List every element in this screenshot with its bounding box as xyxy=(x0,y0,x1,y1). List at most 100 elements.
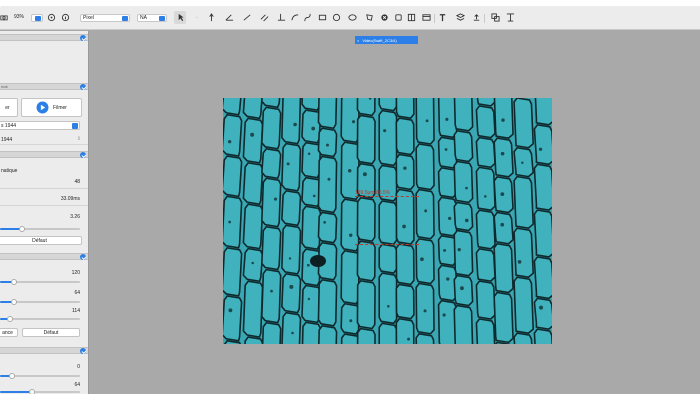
stepper-icon xyxy=(122,16,128,21)
delete-tool-icon[interactable] xyxy=(379,11,389,24)
value-text: 3.26 xyxy=(70,214,80,220)
grid-tool-icon[interactable] xyxy=(406,11,416,24)
circle-tool-icon[interactable] xyxy=(331,11,341,24)
default-button[interactable]: Défaut xyxy=(0,236,82,245)
value-row: 48 xyxy=(0,175,88,189)
cell-nucleus xyxy=(443,248,447,252)
cell-shape xyxy=(281,189,302,227)
chevron-updown-icon: ⇕ xyxy=(76,136,81,142)
layers-tool-icon[interactable] xyxy=(455,11,465,24)
slider[interactable] xyxy=(0,299,80,305)
value-text: 64 xyxy=(74,290,80,296)
resolution-row[interactable]: 1944 ⇕ xyxy=(0,135,88,145)
slider[interactable] xyxy=(0,373,80,379)
align-tool-icon[interactable] xyxy=(504,11,516,24)
slider-knob[interactable] xyxy=(29,389,35,394)
polygon-tool-icon[interactable] xyxy=(362,11,376,24)
value-text: 114 xyxy=(72,308,80,314)
cell-shape xyxy=(395,283,415,320)
measurement-line[interactable] xyxy=(355,196,419,197)
cell-shape xyxy=(301,248,322,287)
default-button[interactable]: Défaut xyxy=(22,328,80,337)
ellipse-tool-icon[interactable] xyxy=(345,11,359,24)
section-header-levels[interactable] xyxy=(0,347,88,354)
cell-nucleus xyxy=(306,263,310,267)
line-tool-icon[interactable] xyxy=(240,11,254,24)
text-tool-icon[interactable] xyxy=(437,11,447,24)
cell-shape xyxy=(281,311,302,344)
cell-shape xyxy=(475,136,496,169)
measurement-line[interactable] xyxy=(355,244,419,245)
check-icon[interactable] xyxy=(80,348,86,354)
target-icon[interactable] xyxy=(46,11,56,24)
slider-knob[interactable] xyxy=(11,279,18,285)
slider[interactable] xyxy=(0,226,80,232)
balance-button[interactable]: ance xyxy=(0,328,18,337)
slider[interactable] xyxy=(0,279,80,285)
cell-nucleus xyxy=(464,218,469,223)
cell-nucleus xyxy=(349,233,353,237)
slider-knob[interactable] xyxy=(18,226,25,232)
close-icon[interactable]: × xyxy=(357,38,359,43)
angle-tool-icon[interactable] xyxy=(222,11,236,24)
slider-knob[interactable] xyxy=(7,316,14,322)
cell-nucleus xyxy=(484,195,487,198)
shoot-button[interactable]: er xyxy=(0,98,18,117)
cell-shape xyxy=(281,98,302,145)
value-text: 120 xyxy=(71,270,80,276)
section-header-exposure[interactable] xyxy=(0,151,88,158)
value-text: 0 xyxy=(77,364,80,370)
info-icon[interactable] xyxy=(60,11,70,24)
curve-tool-icon[interactable] xyxy=(302,11,312,24)
slider[interactable] xyxy=(0,316,80,322)
check-icon[interactable] xyxy=(80,84,86,90)
cell-shape xyxy=(261,268,282,324)
tab-label: Vidéo(Swift_2C3/4) xyxy=(362,37,397,43)
cell-shape xyxy=(340,333,360,344)
section-header-capture[interactable]: mat xyxy=(0,83,88,90)
microscope-image[interactable]: 189.5μm 88.5% xyxy=(223,98,552,344)
cell-shape xyxy=(281,273,302,314)
cell-shape xyxy=(533,123,552,166)
cell-shape xyxy=(395,153,415,191)
cell-shape xyxy=(261,225,282,271)
camera-icon[interactable] xyxy=(0,11,8,24)
cell-nucleus xyxy=(362,172,367,177)
unit-select-value: Pixel xyxy=(83,15,94,21)
cell-nucleus xyxy=(351,120,356,124)
check-icon[interactable] xyxy=(80,254,86,260)
unit-select[interactable]: Pixel xyxy=(80,14,130,22)
check-icon[interactable] xyxy=(80,35,86,41)
section-header[interactable] xyxy=(0,34,88,41)
check-icon[interactable] xyxy=(80,152,86,158)
perpendicular-tool-icon[interactable] xyxy=(274,11,288,24)
cell-shape xyxy=(378,322,398,344)
parallel-tool-icon[interactable] xyxy=(257,11,271,24)
auto-row[interactable]: natique xyxy=(0,165,88,175)
cell-shape xyxy=(340,250,360,305)
slider[interactable] xyxy=(0,389,80,394)
export-tool-icon[interactable] xyxy=(471,11,481,24)
tab-video[interactable]: × Vidéo(Swift_2C3/4) xyxy=(355,36,418,44)
zoom-stepper[interactable] xyxy=(31,14,43,22)
dark-spot xyxy=(310,255,326,267)
duplicate-tool-icon[interactable] xyxy=(489,11,501,24)
cell-shape xyxy=(533,209,552,258)
arrow-tool-icon[interactable] xyxy=(206,11,216,24)
square-tool-icon[interactable] xyxy=(393,11,403,24)
cell-nucleus xyxy=(307,297,311,301)
na-select[interactable]: NA xyxy=(137,14,167,22)
arc-tool-icon[interactable] xyxy=(290,11,300,24)
table-tool-icon[interactable] xyxy=(420,11,432,24)
section-header-color[interactable] xyxy=(0,253,88,260)
rect-tool-icon[interactable] xyxy=(317,11,327,24)
resolution-select[interactable]: s 1944 xyxy=(0,121,80,130)
pointer-tool-icon[interactable] xyxy=(174,11,186,24)
cell-shape xyxy=(453,304,474,344)
cell-shape xyxy=(395,188,415,245)
cell-nucleus xyxy=(457,247,461,252)
film-button[interactable]: Filmer xyxy=(21,98,82,117)
cell-shape xyxy=(513,98,535,149)
na-select-value: NA xyxy=(140,15,147,21)
cell-shape xyxy=(475,280,496,320)
